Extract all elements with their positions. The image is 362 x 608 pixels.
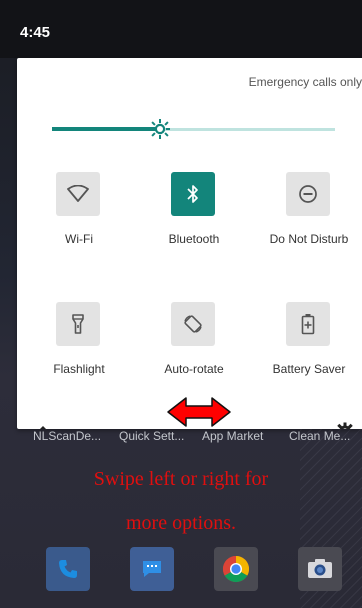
status-bar: 4:45 [0,0,362,58]
tile-do-not-disturb-label: Do Not Disturb [269,232,349,246]
quick-settings-panel: Emergency calls only Wi-Fi Bluetooth Do … [17,58,362,429]
app-label-clean-me[interactable]: Clean Me... [289,429,350,443]
status-time: 4:45 [20,24,51,41]
tile-flashlight[interactable]: Flashlight [24,302,134,402]
dock-camera[interactable] [298,547,342,591]
annotation-line-2: more options. [126,512,236,534]
tile-battery-saver[interactable]: Battery Saver [254,302,362,402]
tile-auto-rotate-label: Auto-rotate [164,362,224,376]
tile-flashlight-button[interactable] [56,302,100,346]
do-not-disturb-icon [299,185,317,203]
tile-do-not-disturb[interactable]: Do Not Disturb [254,172,362,272]
auto-rotate-icon [184,315,202,333]
dock-phone[interactable] [46,547,90,591]
tile-bluetooth-label: Bluetooth [168,232,220,246]
tile-battery-saver-button[interactable] [286,302,330,346]
dock-chrome[interactable] [214,547,258,591]
tile-flashlight-label: Flashlight [53,362,105,376]
bluetooth-icon [187,185,198,203]
tile-wifi-label: Wi-Fi [65,232,93,246]
tile-auto-rotate[interactable]: Auto-rotate [139,302,249,402]
brightness-icon[interactable] [149,118,171,140]
chrome-icon [222,555,250,583]
tile-do-not-disturb-button[interactable] [286,172,330,216]
tile-bluetooth-button[interactable] [171,172,215,216]
app-drawer-labels: NLScanDe... Quick Sett... App Market Cle… [0,429,362,445]
app-label-nlscan[interactable]: NLScanDe... [33,429,101,443]
swipe-arrow-icon [167,397,231,427]
dock-messages[interactable] [130,547,174,591]
settings-gear-icon[interactable] [336,422,354,429]
phone-icon [59,560,77,578]
brightness-slider-fill [52,127,160,131]
tile-wifi-button[interactable] [56,172,100,216]
camera-icon [308,559,332,578]
app-label-app-market[interactable]: App Market [202,429,263,443]
annotation-line-1: Swipe left or right for [93,468,269,490]
tile-bluetooth[interactable]: Bluetooth [139,172,249,272]
tile-auto-rotate-button[interactable] [171,302,215,346]
app-label-quick-settings[interactable]: Quick Sett... [119,429,184,443]
tile-wifi[interactable]: Wi-Fi [24,172,134,272]
tile-battery-saver-label: Battery Saver [272,362,346,376]
wifi-icon [67,185,89,202]
battery-saver-icon [301,314,315,335]
flashlight-icon [72,314,84,334]
emergency-calls-text: Emergency calls only [248,75,362,89]
messages-icon [143,561,161,577]
